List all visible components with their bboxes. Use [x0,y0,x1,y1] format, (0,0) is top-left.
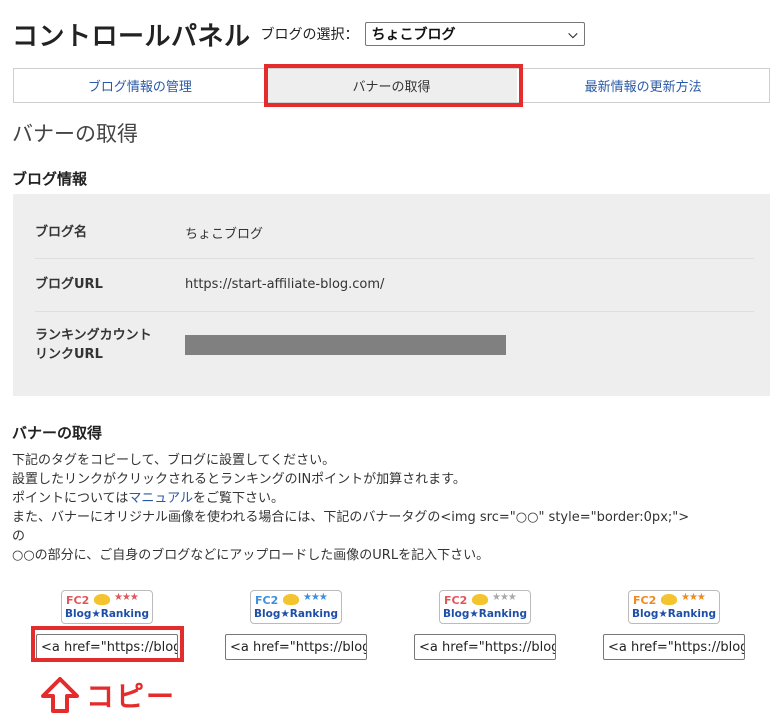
banner-option: FC2 ★★★ Blog★Ranking <a href="https://bl… [35,590,179,660]
instruction-text: をご覧下さい。 [192,491,284,506]
info-row-blog-url: ブログURL https://start-affiliate-blog.com/ [35,274,754,294]
stars-icon: ★★★ [681,592,706,603]
info-row-ranking-count-url: ランキングカウント リンクURL [35,325,754,365]
row-divider [35,311,754,312]
stars-icon: ★★★ [492,592,517,603]
instruction-line: ○○の部分に、ご自身のブログなどにアップロードした画像のURLを記入下さい。 [12,548,490,563]
info-value: ちょこブログ [185,226,264,242]
info-label-line: ランキングカウント [35,328,152,343]
fc2-ranking-banner: FC2 ★★★ Blog★Ranking [61,590,153,624]
blog-select-dropdown[interactable]: ちょこブログ ⌵ [364,22,585,46]
banner-ranking-text: Blog★Ranking [254,608,338,620]
banner-fc2-text: FC2 [633,594,657,607]
banner-ranking-text: Blog★Ranking [443,608,527,620]
page-title: コントロールパネル [12,21,251,52]
stars-icon: ★★★ [303,592,328,603]
banner-instructions: 下記のタグをコピーして、ブログに設置してください。 設置したリンクがクリックされ… [12,451,772,565]
instruction-line: ポイントについてはマニュアルをご覧下さい。 [12,489,772,508]
instruction-line: 設置したリンクがクリックされるとランキングのINポイントが加算されます。 [12,472,466,487]
fc2-ranking-banner: FC2 ★★★ Blog★Ranking [628,590,720,624]
info-label: ブログ名 [35,224,88,240]
info-label: ブログURL [35,276,103,292]
chevron-down-icon: ⌵ [568,26,578,41]
banner-tag-input[interactable]: <a href="https://blog [414,634,556,660]
banner-ranking-text: Blog★Ranking [632,608,716,620]
banner-fc2-text: FC2 [255,594,279,607]
banner-tag-input[interactable]: <a href="https://blog [225,634,367,660]
info-label-line: リンクURL [35,347,103,362]
section-title: バナーの取得 [12,122,138,146]
arrow-up-icon [41,677,79,713]
stars-icon: ★★★ [114,592,139,603]
bird-icon [661,594,677,605]
info-row-blog-name: ブログ名 ちょこブログ [35,222,754,242]
tab-blog-info-management[interactable]: ブログ情報の管理 [14,69,266,102]
info-value [185,335,506,355]
banner-fc2-text: FC2 [444,594,468,607]
instruction-line: また、バナーにオリジナル画像を使われる場合には、下記のバナータグの<img sr… [12,510,690,525]
blog-select-value: ちょこブログ [371,27,456,43]
banner-option: FC2 ★★★ Blog★Ranking <a href="https://bl… [413,590,557,660]
instruction-line: 下記のタグをコピーして、ブログに設置してください。 [12,453,336,468]
fc2-ranking-banner: FC2 ★★★ Blog★Ranking [250,590,342,624]
redacted-url-bar [185,335,506,355]
banner-tag-input[interactable]: <a href="https://blog [36,634,178,660]
copy-annotation: コピー [40,675,176,715]
fc2-ranking-banner: FC2 ★★★ Blog★Ranking [439,590,531,624]
banner-heading: バナーの取得 [12,424,103,442]
row-divider [35,258,754,259]
instruction-line: の [12,529,26,544]
blog-select-label: ブログの選択： [260,27,359,43]
bird-icon [94,594,110,605]
instruction-text: ポイントについては [12,491,129,506]
bird-icon [472,594,488,605]
banner-tag-input[interactable]: <a href="https://blog [603,634,745,660]
tab-get-banner[interactable]: バナーの取得 [265,69,518,102]
info-value: https://start-affiliate-blog.com/ [185,276,385,292]
banner-fc2-text: FC2 [66,594,90,607]
tab-update-method[interactable]: 最新情報の更新方法 [517,69,769,102]
banner-ranking-text: Blog★Ranking [65,608,149,620]
blog-info-heading: ブログ情報 [12,170,88,188]
header: コントロールパネル ブログの選択： ちょこブログ ⌵ [12,14,585,54]
bird-icon [283,594,299,605]
copy-label: コピー [86,680,177,713]
blog-info-panel: ブログ名 ちょこブログ ブログURL https://start-affilia… [13,194,770,396]
banner-option: FC2 ★★★ Blog★Ranking <a href="https://bl… [224,590,368,660]
manual-link[interactable]: マニュアル [128,491,193,506]
banner-option: FC2 ★★★ Blog★Ranking <a href="https://bl… [602,590,746,660]
tab-bar: ブログ情報の管理 バナーの取得 最新情報の更新方法 [13,68,770,103]
info-label: ランキングカウント リンクURL [35,326,185,364]
